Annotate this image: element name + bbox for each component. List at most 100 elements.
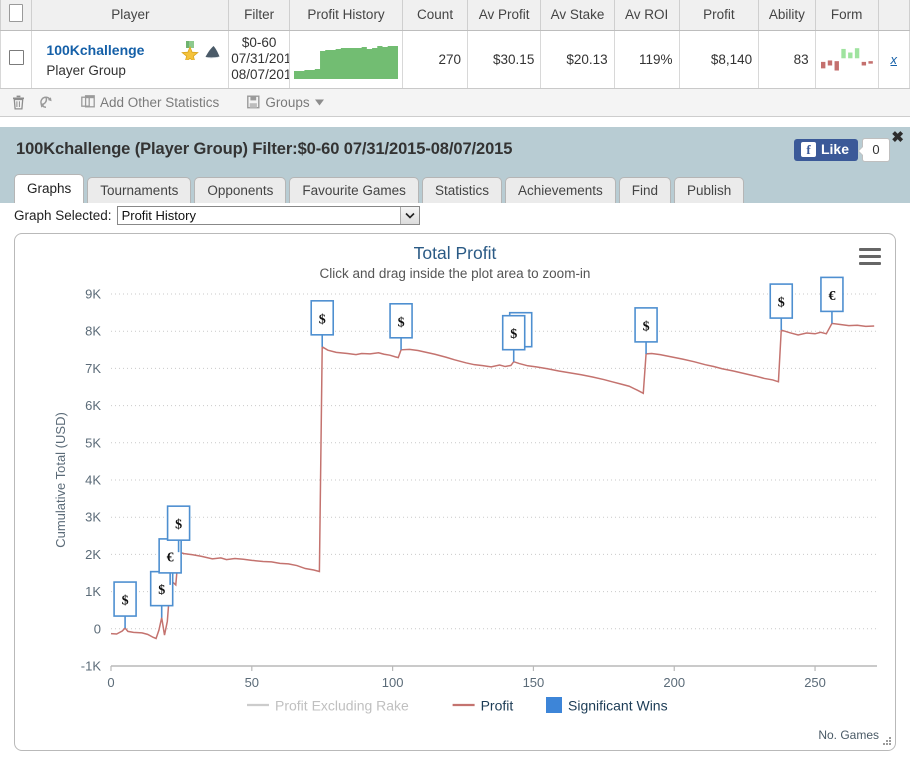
panel-top-spacer xyxy=(0,116,910,127)
facebook-like-button[interactable]: f Like xyxy=(793,138,858,161)
tab-publish[interactable]: Publish xyxy=(674,176,745,203)
svg-text:7K: 7K xyxy=(85,360,101,375)
profit-history-plot[interactable]: -1K 0 1K 2K 3K 4K 5K 6K 7K 8K 9K 0 50 100 150 200 250 Cum… xyxy=(15,234,896,751)
select-all-checkbox[interactable] xyxy=(9,4,24,23)
svg-text:$: $ xyxy=(510,327,517,342)
refresh-button[interactable] xyxy=(35,93,57,112)
header-ability[interactable]: Ability xyxy=(758,0,816,31)
header-count[interactable]: Count xyxy=(402,0,469,31)
tab-tournaments[interactable]: Tournaments xyxy=(87,176,192,203)
table-header-row: Player Filter Profit History Count Av Pr… xyxy=(0,0,910,31)
av-stake-cell: $20.13 xyxy=(540,30,615,89)
save-icon xyxy=(247,95,260,109)
panel-header: 100Kchallenge (Player Group) Filter:$0-6… xyxy=(0,126,910,173)
refresh-icon xyxy=(40,95,52,108)
header-profit-history[interactable]: Profit History xyxy=(289,0,404,31)
svg-text:1K: 1K xyxy=(85,584,101,599)
svg-text:$: $ xyxy=(175,517,182,532)
tab-favourite-games[interactable]: Favourite Games xyxy=(289,176,419,203)
groups-button[interactable]: Groups xyxy=(243,93,327,112)
facebook-like-count: 0 xyxy=(858,137,890,162)
form-cell xyxy=(815,30,879,89)
count-cell: 270 xyxy=(402,30,469,89)
facebook-like-label: Like xyxy=(820,141,849,157)
x-axis-label: No. Games xyxy=(818,727,879,742)
profit-history-cell[interactable] xyxy=(289,30,404,89)
form-bar-chart xyxy=(820,48,873,71)
graph-select-dropdown[interactable]: Profit History xyxy=(116,206,420,225)
header-player[interactable]: Player xyxy=(31,0,230,31)
svg-text:Profit Excluding Rake: Profit Excluding Rake xyxy=(275,697,409,713)
delete-button[interactable] xyxy=(8,93,29,112)
svg-text:€: € xyxy=(167,550,174,565)
header-av-roi[interactable]: Av ROI xyxy=(614,0,680,31)
svg-text:Significant Wins: Significant Wins xyxy=(568,697,668,713)
groups-label: Groups xyxy=(265,94,310,110)
svg-text:150: 150 xyxy=(523,675,545,690)
detail-panel: 100Kchallenge (Player Group) Filter:$0-6… xyxy=(0,116,910,783)
header-profit[interactable]: Profit xyxy=(679,0,760,31)
svg-text:$: $ xyxy=(158,583,165,598)
tab-graphs[interactable]: Graphs xyxy=(14,173,85,203)
svg-text:€: € xyxy=(828,288,835,303)
header-form[interactable]: Form xyxy=(815,0,879,31)
svg-text:9K: 9K xyxy=(85,286,101,301)
filter-cell: $0-60 07/31/201 08/07/201 xyxy=(228,30,291,89)
chevron-down-icon[interactable] xyxy=(399,207,419,224)
close-icon[interactable]: ✖ xyxy=(891,130,904,145)
tab-find[interactable]: Find xyxy=(618,176,672,203)
profit-cell: $8,140 xyxy=(679,30,760,89)
svg-text:50: 50 xyxy=(245,675,259,690)
header-filter[interactable]: Filter xyxy=(228,0,291,31)
chevron-down-icon xyxy=(314,99,324,105)
medal-icon xyxy=(181,40,200,60)
filter-stake-range: $0-60 xyxy=(241,35,277,50)
header-av-stake[interactable]: Av Stake xyxy=(540,0,615,31)
svg-text:$: $ xyxy=(398,315,405,330)
table-row[interactable]: 100Kchallenge Player Group $0-60 07/31/2… xyxy=(0,30,910,89)
svg-text:250: 250 xyxy=(804,675,826,690)
copy-icon xyxy=(81,95,95,108)
player-name-link[interactable]: 100Kchallenge xyxy=(46,42,144,58)
svg-text:3K: 3K xyxy=(85,509,101,524)
panel-tabs: Graphs Tournaments Opponents Favourite G… xyxy=(0,172,910,203)
remove-cell[interactable]: x xyxy=(878,30,910,89)
facebook-like-widget[interactable]: f Like 0 xyxy=(793,137,890,162)
svg-text:5K: 5K xyxy=(85,435,101,450)
svg-text:100: 100 xyxy=(382,675,404,690)
header-remove xyxy=(878,0,910,31)
graph-selected-label: Graph Selected: xyxy=(14,208,112,223)
profit-history-sparkline xyxy=(294,45,399,79)
player-cell: 100Kchallenge Player Group xyxy=(31,30,230,89)
header-select-all[interactable] xyxy=(0,0,33,31)
filter-date-from: 07/31/201 xyxy=(231,51,290,66)
resize-handle[interactable] xyxy=(879,735,893,749)
chart-container: Total Profit Click and drag inside the p… xyxy=(14,232,896,751)
svg-text:6K: 6K xyxy=(85,398,101,413)
facebook-logo-icon: f xyxy=(800,141,816,157)
trash-icon xyxy=(13,95,24,110)
tab-statistics[interactable]: Statistics xyxy=(421,176,502,203)
svg-text:-1K: -1K xyxy=(81,658,102,673)
tab-opponents[interactable]: Opponents xyxy=(194,176,287,203)
av-profit-cell: $30.15 xyxy=(467,30,542,89)
svg-text:Cumulative Total (USD): Cumulative Total (USD) xyxy=(53,412,68,548)
svg-text:$: $ xyxy=(319,312,326,327)
statistics-table-container: Player Filter Profit History Count Av Pr… xyxy=(0,0,910,89)
row-select-cell[interactable] xyxy=(0,30,33,89)
svg-text:Profit: Profit xyxy=(481,697,514,713)
player-type-label: Player Group xyxy=(46,62,126,78)
row-checkbox[interactable] xyxy=(8,50,24,65)
header-av-profit[interactable]: Av Profit xyxy=(467,0,542,31)
svg-text:200: 200 xyxy=(663,675,685,690)
filter-date-to: 08/07/201 xyxy=(231,67,290,82)
svg-text:0: 0 xyxy=(107,675,114,690)
remove-row-link[interactable]: x xyxy=(891,52,898,67)
graph-selector-row: Graph Selected: Profit History xyxy=(0,202,910,229)
av-roi-cell: 119% xyxy=(614,30,680,89)
svg-text:0: 0 xyxy=(94,621,101,636)
tab-achievements[interactable]: Achievements xyxy=(504,176,616,203)
page-title: 100Kchallenge (Player Group) Filter:$0-6… xyxy=(16,140,513,158)
add-other-statistics-button[interactable]: Add Other Statistics xyxy=(77,93,223,112)
graph-select-value: Profit History xyxy=(121,208,196,223)
